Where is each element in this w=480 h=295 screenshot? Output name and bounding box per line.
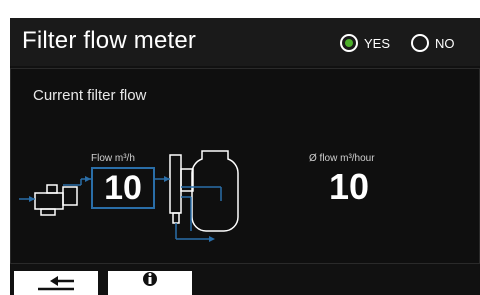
flow-value: 10 [104,169,142,207]
radio-selected-dot [345,39,353,47]
radio-yes[interactable]: YES [340,33,390,53]
app-screen: Filter flow meter YES NO Current filter … [10,18,480,295]
flow-caption: Flow m³/h [91,153,135,164]
average-flow-value: 10 [328,166,370,207]
info-icon [143,272,157,286]
radio-yes-label: YES [364,35,391,51]
back-button[interactable] [14,271,98,295]
return-arrow-icon [38,276,74,291]
radio-no-label: NO [435,35,455,51]
page-title: Filter flow meter [22,27,197,54]
filter-flow-diagram-icon [19,150,239,242]
radio-no[interactable]: NO [411,33,455,53]
radio-yes-circle [340,34,358,52]
average-flow-caption: Ø flow m³/hour [309,153,375,164]
info-button[interactable] [108,271,192,295]
title-bar: Filter flow meter YES NO [10,18,480,66]
flow-panel: Current filter flow Flow m³/h 10 Ø flow … [10,68,480,264]
radio-no-circle [411,34,429,52]
